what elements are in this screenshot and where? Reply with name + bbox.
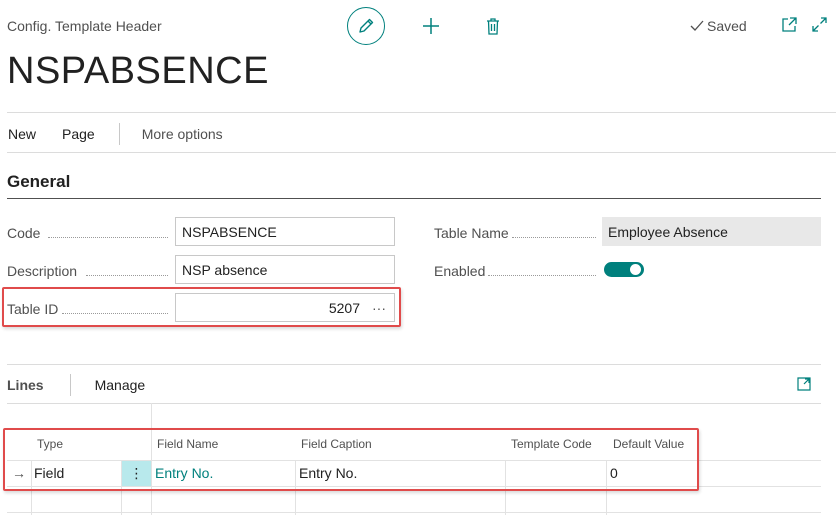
- manage-action[interactable]: Manage: [95, 377, 146, 393]
- code-field[interactable]: NSPABSENCE: [175, 217, 395, 246]
- lines-expand-button[interactable]: [796, 376, 812, 397]
- page-caption: Config. Template Header: [7, 18, 162, 34]
- new-button[interactable]: [419, 14, 443, 38]
- section-underline: [7, 198, 821, 199]
- header-divider: [7, 112, 836, 113]
- lines-title[interactable]: Lines: [7, 377, 44, 393]
- delete-button[interactable]: [481, 14, 505, 38]
- action-bar: New Page More options: [0, 118, 231, 150]
- open-in-new-window-icon: [782, 17, 797, 32]
- table-name-leader-dots: [512, 237, 596, 238]
- plus-icon: [423, 18, 439, 34]
- saved-status: Saved: [690, 18, 747, 34]
- trash-icon: [487, 17, 499, 35]
- lines-header-divider: [7, 403, 821, 404]
- top-actions: [347, 7, 505, 45]
- lines-highlight: [3, 428, 699, 491]
- enabled-toggle[interactable]: [604, 262, 644, 277]
- new-action[interactable]: New: [0, 126, 54, 142]
- section-title-general[interactable]: General: [7, 172, 70, 192]
- actionbar-divider: [7, 152, 836, 153]
- table-name-label: Table Name: [434, 225, 509, 241]
- more-options-action[interactable]: More options: [134, 126, 231, 142]
- saved-label: Saved: [707, 18, 747, 34]
- page-action[interactable]: Page: [54, 126, 103, 142]
- description-leader-dots: [86, 275, 168, 276]
- table-name-field[interactable]: Employee Absence: [602, 217, 821, 246]
- action-separator: [118, 123, 120, 145]
- edit-button[interactable]: [347, 7, 385, 45]
- table-id-highlight: [2, 287, 401, 327]
- lines-separator: [69, 374, 71, 396]
- collapse-button[interactable]: [811, 16, 828, 38]
- lines-top-divider: [7, 364, 821, 365]
- code-leader-dots: [48, 237, 168, 238]
- expand-icon: [797, 377, 811, 391]
- enabled-label: Enabled: [434, 263, 486, 279]
- expand-icon: [812, 17, 827, 32]
- code-label: Code: [7, 225, 41, 241]
- enabled-leader-dots: [488, 275, 596, 276]
- description-label: Description: [7, 263, 78, 279]
- edit-icon: [359, 18, 374, 33]
- grid-row-line: [7, 512, 821, 513]
- description-field[interactable]: NSP absence: [175, 255, 395, 284]
- checkmark-icon: [690, 20, 704, 31]
- open-new-window-button[interactable]: [781, 16, 798, 38]
- page-title: NSPABSENCE: [7, 50, 269, 92]
- lines-header: Lines Manage: [7, 373, 145, 397]
- enabled-toggle-knob: [630, 264, 641, 275]
